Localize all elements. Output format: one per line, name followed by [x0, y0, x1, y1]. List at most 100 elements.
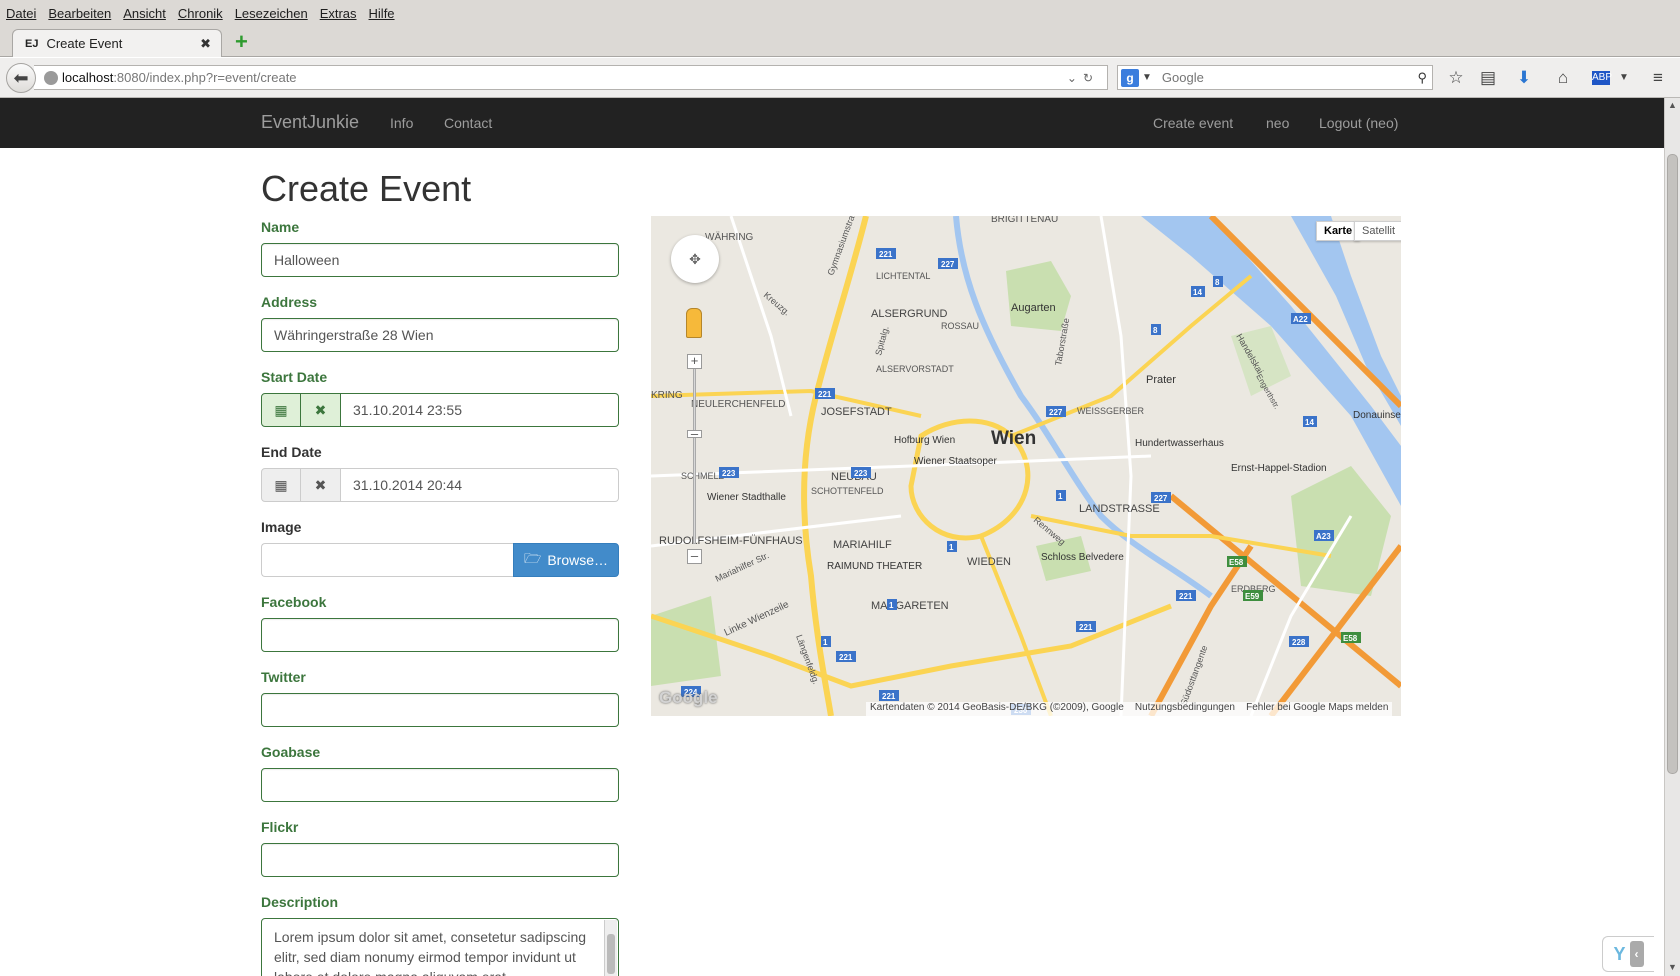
- road-badge: 223: [722, 469, 736, 478]
- nav-user[interactable]: neo: [1266, 115, 1289, 131]
- map-label: Wiener Stadthalle: [707, 492, 786, 503]
- download-icon[interactable]: ⬇: [1514, 68, 1534, 88]
- facebook-input[interactable]: [261, 618, 619, 652]
- home-icon[interactable]: ⌂: [1553, 68, 1573, 88]
- start-date-input[interactable]: 31.10.2014 23:55: [341, 393, 619, 427]
- road-badge: E58: [1343, 634, 1358, 643]
- end-date-input[interactable]: 31.10.2014 20:44: [341, 468, 619, 502]
- goabase-input[interactable]: [261, 768, 619, 802]
- google-map[interactable]: BRIGITTENAU WÄHRING LICHTENTAL Augarten …: [651, 216, 1401, 716]
- name-label: Name: [261, 219, 300, 235]
- browse-button[interactable]: 🗁 Browse…: [513, 543, 619, 577]
- nav-contact[interactable]: Contact: [444, 115, 492, 131]
- google-logo[interactable]: Google: [659, 688, 718, 708]
- description-text: Lorem ipsum dolor sit amet, consetetur s…: [274, 929, 587, 976]
- zoom-handle[interactable]: –: [687, 427, 702, 440]
- map-label: WEISSGERBER: [1077, 406, 1145, 416]
- road-badge: 228: [1292, 638, 1306, 647]
- dropdown-icon[interactable]: ▼: [1614, 68, 1634, 88]
- pan-control-icon[interactable]: ✥: [671, 235, 719, 283]
- nav-logout[interactable]: Logout (neo): [1319, 115, 1398, 131]
- menu-icon[interactable]: ≡: [1648, 68, 1668, 88]
- menu-hilfe[interactable]: Hilfe: [369, 6, 395, 21]
- map-label: ALSERGRUND: [871, 308, 947, 320]
- abp-icon[interactable]: ABP: [1592, 71, 1612, 85]
- end-date-group: ▦ ✖ 31.10.2014 20:44: [261, 468, 619, 502]
- times-icon[interactable]: ✖: [301, 468, 341, 502]
- textarea-scrollbar[interactable]: [604, 920, 617, 976]
- times-icon[interactable]: ✖: [301, 393, 341, 427]
- yii-logo-icon: Y: [1613, 943, 1626, 964]
- address-input[interactable]: Währingerstraße 28 Wien: [261, 318, 619, 352]
- close-icon[interactable]: ✖: [200, 36, 211, 52]
- new-tab-icon[interactable]: +: [235, 31, 248, 53]
- menu-bearbeiten[interactable]: Bearbeiten: [48, 6, 111, 21]
- back-arrow-icon[interactable]: ⬅: [6, 63, 36, 93]
- map-label: MARGARETEN: [871, 600, 949, 612]
- clipboard-icon[interactable]: ▤: [1478, 68, 1498, 88]
- menu-chronik[interactable]: Chronik: [178, 6, 223, 21]
- road-badge: 221: [882, 692, 896, 701]
- map-label: Hundertwasserhaus: [1135, 438, 1224, 449]
- brand-link[interactable]: EventJunkie: [261, 112, 359, 133]
- flickr-input[interactable]: [261, 843, 619, 877]
- road-badge: 1: [949, 543, 954, 552]
- pegman-icon[interactable]: [686, 308, 702, 338]
- map-city-label: Wien: [991, 428, 1036, 449]
- map-label: Wiener Staatsoper: [914, 456, 997, 467]
- road-badge: 227: [941, 260, 955, 269]
- map-label: Hofburg Wien: [894, 435, 955, 446]
- tab-title: Create Event: [46, 36, 123, 51]
- page-title: Create Event: [261, 168, 472, 209]
- road-badge: 8: [1153, 326, 1158, 335]
- search-input[interactable]: [1161, 70, 1412, 85]
- map-label: BRIGITTENAU: [991, 216, 1058, 225]
- nav-info[interactable]: Info: [390, 115, 413, 131]
- image-label: Image: [261, 519, 302, 535]
- twitter-input[interactable]: [261, 693, 619, 727]
- map-label: Ernst-Happel-Stadion: [1231, 463, 1327, 474]
- page-scrollbar[interactable]: ▲ ▼: [1664, 98, 1680, 976]
- url-bar[interactable]: localhost :8080/index.php?r=event/create…: [34, 65, 1108, 90]
- scroll-thumb[interactable]: [1667, 154, 1678, 774]
- map-label: RUDOLFSHEIM-FÜNFHAUS: [659, 535, 803, 547]
- star-icon[interactable]: ☆: [1446, 68, 1466, 88]
- image-file-input[interactable]: [261, 543, 513, 577]
- report-link[interactable]: Fehler bei Google Maps melden: [1246, 702, 1388, 713]
- menu-extras[interactable]: Extras: [320, 6, 357, 21]
- zoom-slider[interactable]: [693, 354, 696, 544]
- terms-link[interactable]: Nutzungsbedingungen: [1135, 702, 1235, 713]
- folder-open-icon: 🗁: [523, 550, 542, 566]
- road-badge: 1: [823, 638, 828, 647]
- reload-icon[interactable]: ⌄↻: [1067, 71, 1099, 85]
- start-date-label: Start Date: [261, 369, 328, 385]
- binoculars-icon[interactable]: ⚲: [1417, 70, 1427, 86]
- map-label: LICHTENTAL: [876, 271, 930, 281]
- menu-ansicht[interactable]: Ansicht: [123, 6, 166, 21]
- url-host: localhost: [62, 70, 114, 85]
- search-engine-icon[interactable]: g: [1121, 68, 1139, 87]
- map-label: JOSEFSTADT: [821, 406, 892, 418]
- map-type-satellit[interactable]: Satellit: [1354, 221, 1401, 241]
- name-input[interactable]: Halloween: [261, 243, 619, 277]
- calendar-icon[interactable]: ▦: [261, 468, 301, 502]
- scroll-down-icon[interactable]: ▼: [1668, 962, 1677, 972]
- chevron-left-icon[interactable]: ‹: [1629, 941, 1644, 967]
- map-label: MARIAHILF: [833, 539, 892, 551]
- dropdown-icon[interactable]: ▼: [1142, 72, 1152, 83]
- map-label: KRING: [651, 390, 683, 401]
- menu-datei[interactable]: Datei: [6, 6, 36, 21]
- browser-tab[interactable]: EJ Create Event ✖: [12, 29, 222, 57]
- description-textarea[interactable]: Lorem ipsum dolor sit amet, consetetur s…: [261, 918, 619, 976]
- scroll-up-icon[interactable]: ▲: [1668, 100, 1677, 110]
- calendar-icon[interactable]: ▦: [261, 393, 301, 427]
- map-label: Donauinsel: [1353, 410, 1401, 421]
- zoom-in-icon[interactable]: +: [687, 354, 702, 369]
- zoom-out-icon[interactable]: –: [687, 549, 702, 564]
- yii-debug-toolbar[interactable]: Y ‹: [1602, 936, 1654, 972]
- map-label: RAIMUND THEATER: [827, 561, 922, 572]
- nav-create-event[interactable]: Create event: [1153, 115, 1233, 131]
- search-bar[interactable]: g ▼ ⚲: [1117, 65, 1433, 90]
- goabase-label: Goabase: [261, 744, 321, 760]
- menu-lesezeichen[interactable]: Lesezeichen: [235, 6, 308, 21]
